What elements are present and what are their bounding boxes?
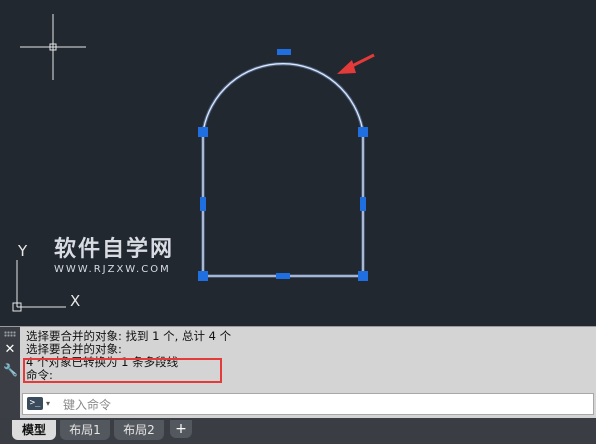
command-prompt-icon[interactable]: >_ <box>27 397 43 410</box>
command-line-panel: ✕ 🔧 选择要合并的对象: 找到 1 个, 总计 4 个 选择要合并的对象: 4… <box>0 326 596 419</box>
layout-tab-bar: 模型 布局1 布局2 + <box>0 418 596 444</box>
grip-midpoint <box>277 49 291 55</box>
watermark-title: 软件自学网 <box>54 237 175 262</box>
grip-midpoint <box>360 197 366 211</box>
tab-layout1[interactable]: 布局1 <box>60 420 110 440</box>
ucs-x-label: X <box>70 292 80 310</box>
wrench-icon[interactable]: 🔧 <box>3 363 18 377</box>
grip-vertex <box>198 271 208 281</box>
command-input[interactable] <box>61 395 585 414</box>
tab-layout2[interactable]: 布局2 <box>114 420 164 440</box>
command-panel-sidebar: ✕ 🔧 <box>0 327 20 419</box>
add-layout-button[interactable]: + <box>170 420 192 438</box>
highlight-box <box>23 358 222 383</box>
ucs-y-label: Y <box>17 242 28 260</box>
grip-vertex <box>198 127 208 137</box>
chevron-down-icon[interactable]: ▾ <box>46 397 50 411</box>
command-input-row[interactable]: >_ ▾ <box>22 393 594 415</box>
close-icon[interactable]: ✕ <box>3 343 17 357</box>
grip-midpoint <box>276 273 290 279</box>
drag-grip-icon[interactable] <box>4 331 16 337</box>
crosshair-cursor-icon <box>20 14 86 80</box>
selected-polyline[interactable] <box>201 62 365 278</box>
grip-vertex <box>358 271 368 281</box>
drawing-canvas[interactable]: Y X 软件自学网 WWW.RJZXW.COM <box>0 0 596 326</box>
watermark-url: WWW.RJZXW.COM <box>54 264 171 275</box>
drawing-svg[interactable]: Y X <box>0 0 596 326</box>
grip-midpoint <box>200 197 206 211</box>
tab-model[interactable]: 模型 <box>12 420 56 440</box>
red-arrow-icon <box>337 53 375 74</box>
watermark: 软件自学网 WWW.RJZXW.COM <box>54 237 175 276</box>
polyline-grips[interactable] <box>198 49 368 281</box>
grip-vertex <box>358 127 368 137</box>
